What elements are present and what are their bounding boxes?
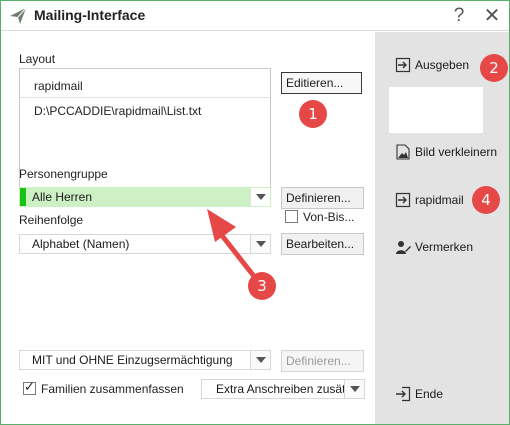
einzug-value: MIT und OHNE Einzugsermächtigung: [32, 353, 233, 367]
ende-label: Ende: [415, 387, 444, 401]
define-einzug-button[interactable]: Definieren...: [281, 350, 364, 372]
einzug-select[interactable]: MIT und OHNE Einzugsermächtigung: [19, 350, 271, 370]
title-bar: Mailing-Interface ? ✕: [1, 1, 509, 31]
chevron-down-icon[interactable]: [250, 188, 270, 206]
paper-plane-icon: [10, 7, 27, 24]
edit-sort-label: Bearbeiten...: [286, 237, 355, 251]
annotation-badge-2: 2: [480, 54, 508, 82]
annotation-badge-4: 4: [472, 186, 500, 214]
mailing-interface-window: Mailing-Interface ? ✕ Layout rapidmail D…: [0, 0, 510, 425]
main-panel: Layout rapidmail D:\PCCADDIE\rapidmail\L…: [1, 32, 375, 424]
close-button[interactable]: ✕: [479, 3, 505, 29]
edit-sort-button[interactable]: Bearbeiten...: [281, 233, 364, 255]
chevron-down-icon[interactable]: [250, 235, 270, 253]
export-icon: [395, 192, 411, 208]
bild-verkleinern-label: Bild verkleinern: [415, 145, 498, 159]
exit-icon: [396, 386, 411, 402]
annotation-badge-1: 1: [299, 100, 327, 128]
image-icon: [396, 144, 410, 160]
help-button[interactable]: ?: [446, 3, 472, 29]
edit-layout-button[interactable]: Editieren...: [281, 72, 362, 94]
list-item[interactable]: rapidmail: [20, 74, 270, 98]
define-einzug-label: Definieren...: [286, 354, 351, 368]
von-bis-label: Von-Bis...: [303, 210, 355, 224]
user-edit-icon: [396, 241, 411, 254]
define-group-label: Definieren...: [286, 191, 351, 205]
export-icon: [395, 57, 411, 73]
personengruppe-select[interactable]: Alle Herren: [19, 187, 271, 207]
personengruppe-value: Alle Herren: [32, 190, 93, 204]
ausgeben-label: Ausgeben: [415, 58, 470, 72]
list-item[interactable]: D:\PCCADDIE\rapidmail\List.txt: [20, 99, 270, 123]
window-title: Mailing-Interface: [34, 7, 146, 23]
preview-area: [389, 87, 483, 133]
chevron-down-icon[interactable]: [344, 380, 364, 398]
extra-select[interactable]: Extra Anschreiben zusätzl: [201, 379, 365, 399]
reihenfolge-label: Reihenfolge: [19, 213, 84, 227]
annotation-badge-3: 3: [248, 272, 276, 300]
chevron-down-icon[interactable]: [250, 351, 270, 369]
edit-layout-label: Editieren...: [286, 76, 344, 90]
reihenfolge-select[interactable]: Alphabet (Namen): [19, 234, 271, 254]
define-group-button[interactable]: Definieren...: [281, 187, 364, 209]
reihenfolge-value: Alphabet (Namen): [32, 237, 130, 251]
von-bis-checkbox[interactable]: [285, 210, 298, 223]
personengruppe-label: Personengruppe: [19, 167, 108, 181]
rapidmail-label: rapidmail: [415, 193, 464, 207]
familien-checkbox[interactable]: [23, 380, 36, 395]
vermerken-label: Vermerken: [415, 240, 474, 254]
extra-value: Extra Anschreiben zusätzl: [216, 382, 355, 396]
side-panel: Ausgeben Bild verkleinern rapidmail Verm…: [375, 32, 509, 424]
layout-label: Layout: [19, 52, 56, 66]
familien-label: Familien zusammenfassen: [41, 382, 184, 396]
status-flag: [20, 188, 26, 206]
